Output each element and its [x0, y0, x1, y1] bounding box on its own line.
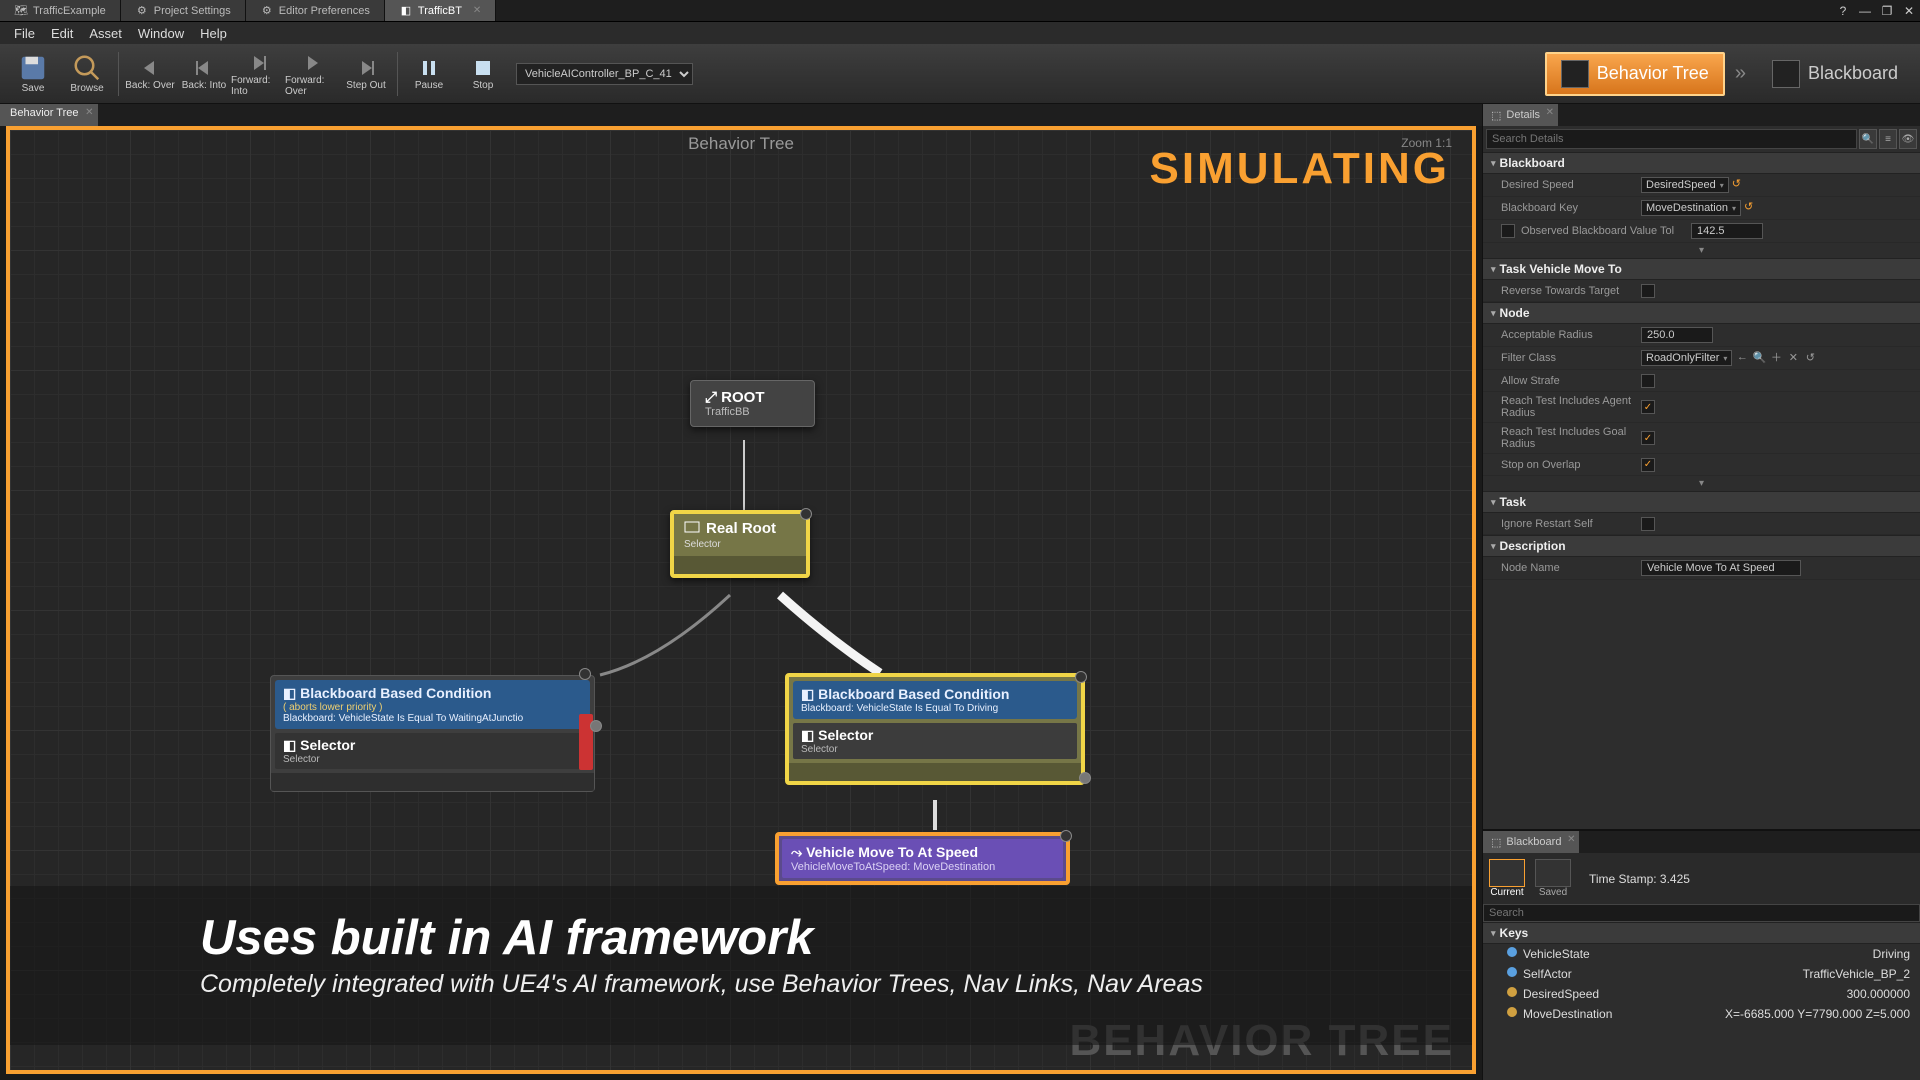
details-search[interactable] — [1486, 129, 1857, 149]
add-icon[interactable]: ＋ — [1769, 350, 1783, 364]
menu-bar: File Edit Asset Window Help — [0, 22, 1920, 44]
ignore-restart-check[interactable] — [1641, 517, 1655, 531]
overlay-caption: Uses built in AI framework Completely in… — [10, 886, 1472, 1045]
bb-key-row[interactable]: DesiredSpeed300.000000 — [1483, 984, 1920, 1004]
obs-tol-field[interactable]: 142.5 — [1691, 223, 1763, 239]
bb-saved-mode[interactable]: Saved — [1535, 859, 1571, 898]
acc-radius-field[interactable]: 250.0 — [1641, 327, 1713, 343]
toolbar: Save Browse Back: Over Back: Into Forwar… — [0, 44, 1920, 104]
close-icon[interactable]: ✕ — [1567, 834, 1575, 845]
filter-class-dd[interactable]: RoadOnlyFilter — [1641, 350, 1732, 366]
bt-canvas[interactable]: Behavior Tree SIMULATING Zoom 1:1 ⤢ ROOT… — [6, 126, 1476, 1074]
bt-mode-icon — [1561, 60, 1589, 88]
node-left-composite[interactable]: ◧ Blackboard Based Condition ( aborts lo… — [270, 675, 595, 792]
pause-button[interactable]: Pause — [402, 46, 456, 102]
bb-saved-icon — [1535, 859, 1571, 887]
mode-blackboard[interactable]: Blackboard — [1756, 52, 1914, 96]
window-controls: ? — ❐ ✕ — [1832, 0, 1920, 21]
node-name-field[interactable] — [1641, 560, 1801, 576]
section-description[interactable]: Description — [1483, 535, 1920, 557]
eye-icon[interactable]: 👁 — [1899, 129, 1917, 149]
bb-mode-icon — [1772, 60, 1800, 88]
stop-overlap-check[interactable]: ✓ — [1641, 458, 1655, 472]
bb-current-icon — [1489, 859, 1525, 887]
menu-asset[interactable]: Asset — [83, 24, 128, 43]
bb-current-mode[interactable]: Current — [1489, 859, 1525, 898]
details-tab[interactable]: ⬚ Details✕ — [1483, 104, 1558, 126]
expand-chevron[interactable]: ▾ — [1483, 243, 1920, 258]
gear-icon: ⚙ — [260, 4, 274, 18]
desired-speed-dd[interactable]: DesiredSpeed — [1641, 177, 1729, 193]
maximize-icon[interactable]: ❐ — [1876, 0, 1898, 21]
menu-file[interactable]: File — [8, 24, 41, 43]
obs-tol-check[interactable] — [1501, 224, 1515, 238]
reach-agent-check[interactable]: ✓ — [1641, 400, 1655, 414]
help-icon[interactable]: ? — [1832, 0, 1854, 21]
blackboard-tab[interactable]: ⬚ Blackboard✕ — [1483, 831, 1579, 853]
reset-icon[interactable]: ↺ — [1732, 177, 1741, 193]
bb-key-row[interactable]: MoveDestinationX=-6685.000 Y=7790.000 Z=… — [1483, 1004, 1920, 1024]
search-icon[interactable]: 🔍 — [1859, 129, 1877, 149]
tab-trafficbt[interactable]: ◧TrafficBT✕ — [385, 0, 496, 21]
browse-icon[interactable]: 🔍 — [1752, 350, 1766, 364]
goto-icon[interactable]: ← — [1735, 350, 1749, 364]
browse-button[interactable]: Browse — [60, 46, 114, 102]
gear-icon: ⚙ — [135, 4, 149, 18]
node-index — [579, 668, 591, 680]
forward-over-button[interactable]: Forward: Over — [285, 46, 339, 102]
back-into-button[interactable]: Back: Into — [177, 46, 231, 102]
reset2-icon[interactable]: ↺ — [1803, 350, 1817, 364]
stop-button[interactable]: Stop — [456, 46, 510, 102]
close-icon[interactable]: ✕ — [1546, 107, 1554, 118]
menu-help[interactable]: Help — [194, 24, 233, 43]
keys-header[interactable]: Keys — [1483, 922, 1920, 944]
title-tabs: 🗺TrafficExample ⚙Project Settings ⚙Edito… — [0, 0, 1920, 22]
close-icon[interactable]: ✕ — [473, 5, 481, 16]
node-index — [1075, 671, 1087, 683]
reverse-check[interactable] — [1641, 284, 1655, 298]
node-real-root[interactable]: Real Root Selector — [670, 510, 810, 578]
section-node[interactable]: Node — [1483, 302, 1920, 324]
graph-tab[interactable]: Behavior Tree✕ — [0, 104, 98, 126]
tab-project-settings[interactable]: ⚙Project Settings — [121, 0, 246, 21]
bb-search[interactable] — [1483, 904, 1920, 922]
menu-edit[interactable]: Edit — [45, 24, 79, 43]
zoom-label: Zoom 1:1 — [1401, 136, 1452, 150]
close-icon[interactable]: ✕ — [85, 107, 93, 118]
section-task[interactable]: Task — [1483, 491, 1920, 513]
debug-target-select[interactable]: VehicleAIController_BP_C_41 — [516, 63, 693, 85]
tab-editor-prefs[interactable]: ⚙Editor Preferences — [246, 0, 385, 21]
mode-behavior-tree[interactable]: Behavior Tree — [1545, 52, 1725, 96]
section-blackboard[interactable]: Blackboard — [1483, 152, 1920, 174]
badge — [1079, 772, 1091, 784]
expand-chevron[interactable]: ▾ — [1483, 476, 1920, 491]
bb-key-row[interactable]: VehicleStateDriving — [1483, 944, 1920, 964]
node-index — [1060, 830, 1072, 842]
bbkey-dd[interactable]: MoveDestination — [1641, 200, 1741, 216]
minimize-icon[interactable]: — — [1854, 0, 1876, 21]
timestamp: Time Stamp: 3.425 — [1589, 872, 1690, 886]
level-icon: 🗺 — [14, 4, 28, 18]
forward-into-button[interactable]: Forward: Into — [231, 46, 285, 102]
simulating-label: SIMULATING — [1150, 144, 1451, 194]
node-index — [800, 508, 812, 520]
clear-icon[interactable]: ✕ — [1786, 350, 1800, 364]
back-over-button[interactable]: Back: Over — [123, 46, 177, 102]
bb-key-row[interactable]: SelfActorTrafficVehicle_BP_2 — [1483, 964, 1920, 984]
section-task-move[interactable]: Task Vehicle Move To — [1483, 258, 1920, 280]
menu-window[interactable]: Window — [132, 24, 190, 43]
badge — [590, 720, 602, 732]
save-button[interactable]: Save — [6, 46, 60, 102]
close-window-icon[interactable]: ✕ — [1898, 0, 1920, 21]
node-right-composite[interactable]: ◧ Blackboard Based Condition Blackboard:… — [785, 673, 1085, 785]
strafe-check[interactable] — [1641, 374, 1655, 388]
node-task-move[interactable]: ⤳ Vehicle Move To At Speed VehicleMoveTo… — [775, 832, 1070, 885]
reset-icon[interactable]: ↺ — [1744, 200, 1753, 216]
step-out-button[interactable]: Step Out — [339, 46, 393, 102]
reach-goal-check[interactable]: ✓ — [1641, 431, 1655, 445]
tab-level[interactable]: 🗺TrafficExample — [0, 0, 121, 21]
bt-icon: ◧ — [399, 4, 413, 18]
node-root[interactable]: ⤢ ROOT TrafficBB — [690, 380, 815, 427]
filter-icon[interactable]: ≡ — [1879, 129, 1897, 149]
